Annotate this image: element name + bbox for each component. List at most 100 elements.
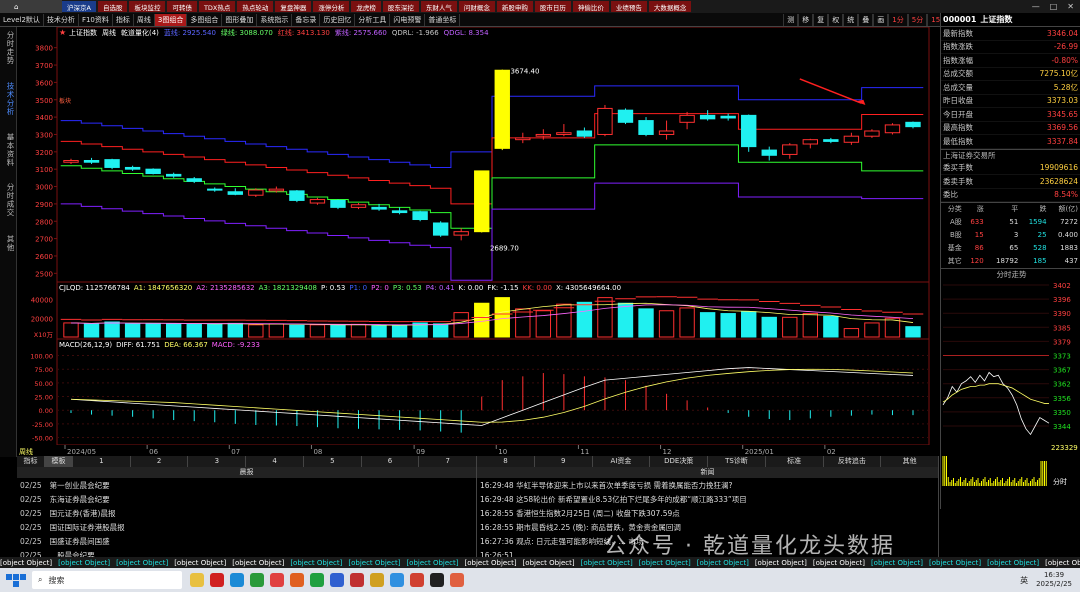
indicator-tab[interactable]: 4: [246, 456, 304, 467]
edge-icon[interactable]: [230, 573, 244, 587]
indicator-tab[interactable]: 其他: [881, 456, 940, 467]
toolbar-item[interactable]: 周线: [134, 13, 155, 26]
toolbar-item[interactable]: 图形叠加: [222, 13, 258, 26]
indicator-tab[interactable]: 模板: [45, 456, 73, 467]
report-item[interactable]: 02/25 国证国际证券港股晨报: [17, 520, 476, 534]
report-item[interactable]: 02/25 东海证券晨会纪要: [17, 492, 476, 506]
top-tab[interactable]: 股市日历: [534, 1, 571, 12]
toolbar-item[interactable]: 多图组合: [187, 13, 223, 26]
period-button[interactable]: 权: [828, 13, 844, 26]
volume-header-item: P4: 0.41: [426, 284, 455, 292]
trading-app-icon[interactable]: [270, 573, 284, 587]
chart-area: 上证指数 周线 乾道量化(4) 蓝线: 2925.540 绿线: 3088.070 红线:…: [17, 26, 939, 457]
home-icon[interactable]: ⌂: [0, 0, 62, 13]
period-button[interactable]: 统: [843, 13, 859, 26]
top-tab[interactable]: 龙虎榜: [351, 1, 381, 12]
intraday-mini-chart[interactable]: 3402 3396 3390 3385 3379 3373 3367 3362 3356 3350…: [941, 280, 1080, 488]
top-tab[interactable]: 复盘神器: [275, 1, 312, 12]
mini-tick-label: 3396: [1053, 296, 1071, 304]
toolbar-item[interactable]: 系统指示: [257, 13, 293, 26]
indicator-tab[interactable]: 标准: [766, 456, 824, 467]
tab-other[interactable]: 其他: [1, 235, 16, 252]
candle-body: [556, 132, 572, 135]
period-button[interactable]: 叠: [858, 13, 874, 26]
app-red3-icon[interactable]: [410, 573, 424, 587]
top-tab[interactable]: 股东深挖: [382, 1, 419, 12]
report-item[interactable]: 02/25 第一创业晨会纪要: [17, 478, 476, 492]
top-tab[interactable]: 板块监控: [129, 1, 166, 12]
toolbar-item[interactable]: 分析工具: [355, 13, 391, 26]
indicator-tab[interactable]: 指标: [17, 456, 45, 467]
indicator-tab[interactable]: 9: [535, 456, 593, 467]
clock[interactable]: 16:39 2025/2/25: [1036, 571, 1072, 589]
indicator-tab[interactable]: 反转追击: [824, 456, 882, 467]
toolbar-item[interactable]: 3图组合: [154, 13, 188, 26]
chrome-icon[interactable]: [250, 573, 264, 587]
toolbar-item[interactable]: 技术分析: [44, 13, 79, 26]
period-button[interactable]: 测: [783, 13, 799, 26]
top-tab[interactable]: 东财人气: [420, 1, 457, 12]
wechat-icon[interactable]: [310, 573, 324, 587]
toolbar-item[interactable]: 历史回忆: [320, 13, 356, 26]
candle-body: [864, 130, 880, 137]
top-tab[interactable]: 新股申购: [496, 1, 533, 12]
toolbar-item[interactable]: 指标: [113, 13, 134, 26]
report-item[interactable]: 02/25 国盛证券晨间国盛: [17, 534, 476, 548]
top-tab[interactable]: 自选股: [97, 1, 128, 12]
tab-intraday[interactable]: 分时走势: [1, 31, 16, 65]
indicator-tab[interactable]: 8: [477, 456, 535, 467]
app-orange-icon[interactable]: [290, 573, 304, 587]
period-button[interactable]: 复: [813, 13, 829, 26]
news-item[interactable]: 16:29:48 华虹半导体迎来上市以来首次单季度亏损 需着换属能否力挽狂澜?: [477, 478, 938, 492]
app-dark-icon[interactable]: [430, 573, 444, 587]
top-tab[interactable]: 大数据概念: [648, 1, 692, 12]
period-button[interactable]: 1分: [888, 13, 908, 26]
tab-tick-trades[interactable]: 分时成交: [1, 183, 16, 217]
maximize-button[interactable]: □: [1050, 2, 1058, 11]
toolbar-item[interactable]: 备忘录: [292, 13, 321, 26]
top-tab[interactable]: 可转债: [167, 1, 197, 12]
indicator-tab[interactable]: 3: [188, 456, 247, 467]
top-tab[interactable]: 业绩预告: [610, 1, 647, 12]
windows-start-icon[interactable]: [6, 570, 26, 590]
minimize-button[interactable]: —: [1032, 2, 1040, 11]
indicator-tab[interactable]: DDE决策: [650, 456, 709, 467]
app-orange2-icon[interactable]: [450, 573, 464, 587]
indicator-tab[interactable]: 5: [304, 456, 362, 467]
top-tab[interactable]: 热点轮动: [237, 1, 274, 12]
top-tab[interactable]: 问财概念: [458, 1, 495, 12]
toolbar-item[interactable]: 普通坐标: [425, 13, 461, 26]
tab-basic-info[interactable]: 基本资料: [1, 133, 16, 167]
news-item[interactable]: 16:28:55 香港恒生指数2月25日 (周二) 收盘下跌307.59点: [477, 506, 938, 520]
indicator-tab[interactable]: TS诊断: [708, 456, 766, 467]
top-tab[interactable]: 沪深京A: [62, 1, 96, 12]
app-blue-icon[interactable]: [330, 573, 344, 587]
top-tab[interactable]: 神偷比价: [572, 1, 609, 12]
lang-indicator[interactable]: 英: [1020, 575, 1028, 586]
top-tab[interactable]: 涨停分析: [313, 1, 350, 12]
toolbar-item[interactable]: 闪电预警: [390, 13, 426, 26]
taskbar-search[interactable]: ⌕ 搜索: [32, 571, 182, 589]
tab-technical[interactable]: 技术分析: [1, 82, 16, 116]
period-button[interactable]: 画: [873, 13, 889, 26]
news-item[interactable]: 16:29:48 这58轮出价 新希望置业8.53亿拍下烂尾多年的成都“顺江路3…: [477, 492, 938, 506]
period-button[interactable]: 移: [798, 13, 814, 26]
app-red2-icon[interactable]: [350, 573, 364, 587]
report-item[interactable]: 02/25 国元证券(香港)晨报: [17, 506, 476, 520]
app-red-icon[interactable]: [210, 573, 224, 587]
file-explorer-icon[interactable]: [190, 573, 204, 587]
toolbar-item[interactable]: F10资料: [79, 13, 113, 26]
indicator-tab[interactable]: 7: [419, 456, 478, 467]
indicator-tab[interactable]: 2: [131, 456, 189, 467]
app-cyan-icon[interactable]: [390, 573, 404, 587]
app-yellow-icon[interactable]: [370, 573, 384, 587]
indicator-tab[interactable]: 6: [362, 456, 420, 467]
close-button[interactable]: ✕: [1067, 2, 1074, 11]
top-tab[interactable]: TDX热点: [198, 1, 236, 12]
indicator-tab[interactable]: 1: [73, 456, 131, 467]
indicator-tab[interactable]: AI资金: [593, 456, 651, 467]
breadth-cell: 528: [1033, 244, 1047, 252]
toolbar-item[interactable]: Level2默认: [0, 13, 44, 26]
period-button[interactable]: 5分: [907, 13, 928, 26]
kline-chart-svg[interactable]: 上证指数 周线 乾道量化(4) 蓝线: 2925.540 绿线: 3088.070 红线:…: [17, 26, 939, 457]
